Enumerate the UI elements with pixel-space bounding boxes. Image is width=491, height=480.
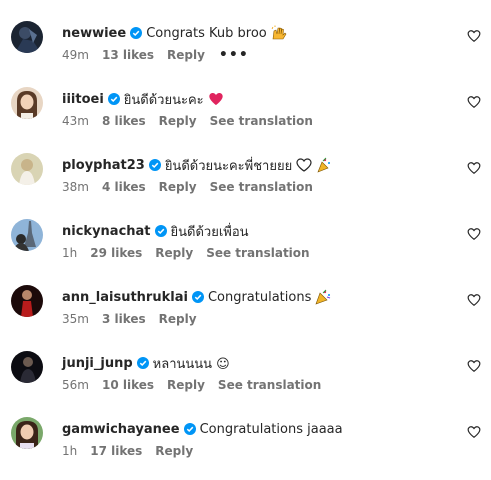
raised-hands-emoji: [271, 25, 287, 41]
comment-item: ann_laisuthruklai Congratulations 35m 3 …: [0, 285, 491, 351]
likes-count[interactable]: 10 likes: [102, 378, 154, 392]
heart-outline-icon[interactable]: [467, 359, 481, 373]
avatar[interactable]: [11, 219, 43, 251]
verified-badge-icon: [191, 291, 204, 303]
username[interactable]: ployphat23: [62, 158, 145, 173]
heart-outline-icon[interactable]: [467, 161, 481, 175]
white-heart-party-emoji: [296, 157, 332, 173]
reply-button[interactable]: Reply: [167, 48, 205, 62]
verified-badge-icon: [154, 225, 167, 237]
verified-badge-icon: [107, 93, 120, 105]
comment-time[interactable]: 38m: [62, 180, 89, 194]
see-translation-button[interactable]: See translation: [218, 378, 321, 392]
likes-count[interactable]: 17 likes: [90, 444, 142, 458]
verified-badge-icon: [136, 357, 149, 369]
party-popper-emoji: [315, 289, 331, 305]
likes-count[interactable]: 8 likes: [102, 114, 146, 128]
likes-count[interactable]: 13 likes: [102, 48, 154, 62]
likes-count[interactable]: 3 likes: [102, 312, 146, 326]
more-options-button[interactable]: •••: [219, 48, 249, 62]
comment-text: ยินดีด้วยนะคะพี่ชายยย: [164, 158, 293, 174]
reply-button[interactable]: Reply: [159, 312, 197, 326]
comment-time[interactable]: 49m: [62, 48, 89, 62]
see-translation-button[interactable]: See translation: [206, 246, 309, 260]
likes-count[interactable]: 29 likes: [90, 246, 142, 260]
comment-text: Congrats Kub broo: [146, 25, 267, 41]
comment-time[interactable]: 1h: [62, 246, 77, 260]
username[interactable]: junji_junp: [62, 356, 133, 371]
avatar[interactable]: [11, 87, 43, 119]
comment-text: หลานนนน ☺: [152, 356, 230, 372]
heart-outline-icon[interactable]: [467, 227, 481, 241]
comment-item: gamwichayanee Congratulations jaaaa 1h 1…: [0, 417, 491, 480]
comment-time[interactable]: 1h: [62, 444, 77, 458]
see-translation-button[interactable]: See translation: [210, 180, 313, 194]
comment-text: ยินดีด้วยเพื่อน: [170, 224, 249, 240]
heart-outline-icon[interactable]: [467, 293, 481, 307]
see-translation-button[interactable]: See translation: [210, 114, 313, 128]
reply-button[interactable]: Reply: [159, 114, 197, 128]
heart-outline-icon[interactable]: [467, 29, 481, 43]
username[interactable]: gamwichayanee: [62, 422, 180, 437]
username[interactable]: iiitoei: [62, 92, 104, 107]
comment-time[interactable]: 35m: [62, 312, 89, 326]
avatar[interactable]: [11, 153, 43, 185]
reply-button[interactable]: Reply: [155, 246, 193, 260]
heart-outline-icon[interactable]: [467, 425, 481, 439]
reply-button[interactable]: Reply: [167, 378, 205, 392]
comment-item: junji_junp หลานนนน ☺ 56m 10 likes Reply …: [0, 351, 491, 417]
comment-item: ployphat23 ยินดีด้วยนะคะพี่ชายยย 38m 4 l…: [0, 153, 491, 219]
heart-outline-icon[interactable]: [467, 95, 481, 109]
comment-item: iiitoei ยินดีด้วยนะคะ 43m 8 likes Reply …: [0, 87, 491, 153]
reply-button[interactable]: Reply: [159, 180, 197, 194]
avatar[interactable]: [11, 351, 43, 383]
avatar[interactable]: [11, 417, 43, 449]
comment-item: nickynachat ยินดีด้วยเพื่อน 1h 29 likes …: [0, 219, 491, 285]
verified-badge-icon: [130, 27, 143, 39]
verified-badge-icon: [148, 159, 161, 171]
red-heart-emoji: [208, 91, 224, 107]
username[interactable]: ann_laisuthruklai: [62, 290, 188, 305]
reply-button[interactable]: Reply: [155, 444, 193, 458]
comment-time[interactable]: 43m: [62, 114, 89, 128]
avatar[interactable]: [11, 285, 43, 317]
likes-count[interactable]: 4 likes: [102, 180, 146, 194]
username[interactable]: nickynachat: [62, 224, 151, 239]
verified-badge-icon: [183, 423, 196, 435]
username[interactable]: newwiee: [62, 26, 126, 41]
comment-text: Congratulations: [207, 289, 312, 305]
avatar[interactable]: [11, 21, 43, 53]
comment-item: newwiee Congrats Kub broo 49m 13 likes R…: [0, 21, 491, 87]
comment-text: ยินดีด้วยนะคะ: [123, 92, 204, 108]
comment-text: Congratulations jaaaa: [199, 421, 343, 437]
comment-time[interactable]: 56m: [62, 378, 89, 392]
